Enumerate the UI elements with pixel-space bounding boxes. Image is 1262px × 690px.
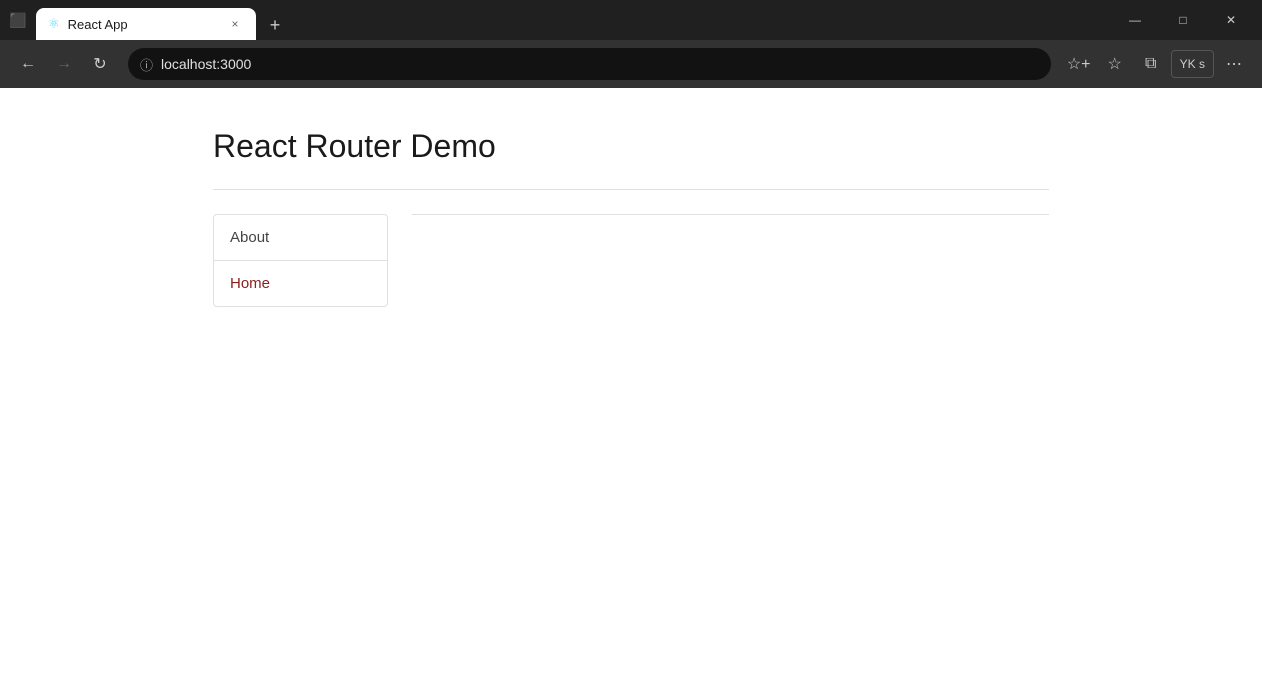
tab-close-button[interactable]: × [226,15,244,33]
navigation-bar: ← → ↻ ⓘ localhost:3000 ☆+ ☆ ⧉ YK s ⋯ [0,40,1262,88]
window-controls: — □ ✕ [1112,4,1254,36]
content-layout: About Home [213,214,1049,307]
url-port: :3000 [216,56,251,72]
back-button[interactable]: ← [12,48,44,80]
add-favorite-button[interactable]: ☆+ [1063,48,1095,80]
nav-list: About Home [213,214,388,307]
content-divider [412,214,1049,215]
address-info-icon[interactable]: ⓘ [140,55,153,74]
tab-title: React App [68,17,218,32]
refresh-button[interactable]: ↻ [84,48,116,80]
tabs-area: ⚛ React App × + [36,0,1112,40]
nav-actions: ☆+ ☆ ⧉ YK s ⋯ [1063,48,1250,80]
address-bar[interactable]: ⓘ localhost:3000 [128,48,1051,80]
minimize-button[interactable]: — [1112,4,1158,36]
page-content: React Router Demo About Home [0,88,1262,688]
title-divider [213,189,1049,190]
page-title: React Router Demo [213,128,1049,165]
active-tab[interactable]: ⚛ React App × [36,8,256,40]
close-button[interactable]: ✕ [1208,4,1254,36]
more-button[interactable]: ⋯ [1218,48,1250,80]
forward-button[interactable]: → [48,48,80,80]
address-text: localhost:3000 [161,56,1039,72]
nav-list-item-home[interactable]: Home [214,261,387,306]
browser-chrome: ⬛ ⚛ React App × + — □ ✕ ← → ↻ ⓘ localhos… [0,0,1262,88]
tab-favicon-icon: ⚛ [48,16,60,32]
favorites-button[interactable]: ☆ [1099,48,1131,80]
browser-icon: ⬛ [8,10,28,30]
profile-button[interactable]: YK s [1171,50,1214,78]
collections-button[interactable]: ⧉ [1135,48,1167,80]
nav-list-item-about[interactable]: About [214,215,387,261]
url-host: localhost [161,56,216,72]
title-bar: ⬛ ⚛ React App × + — □ ✕ [0,0,1262,40]
content-area [412,214,1049,307]
maximize-button[interactable]: □ [1160,4,1206,36]
new-tab-button[interactable]: + [260,10,290,40]
